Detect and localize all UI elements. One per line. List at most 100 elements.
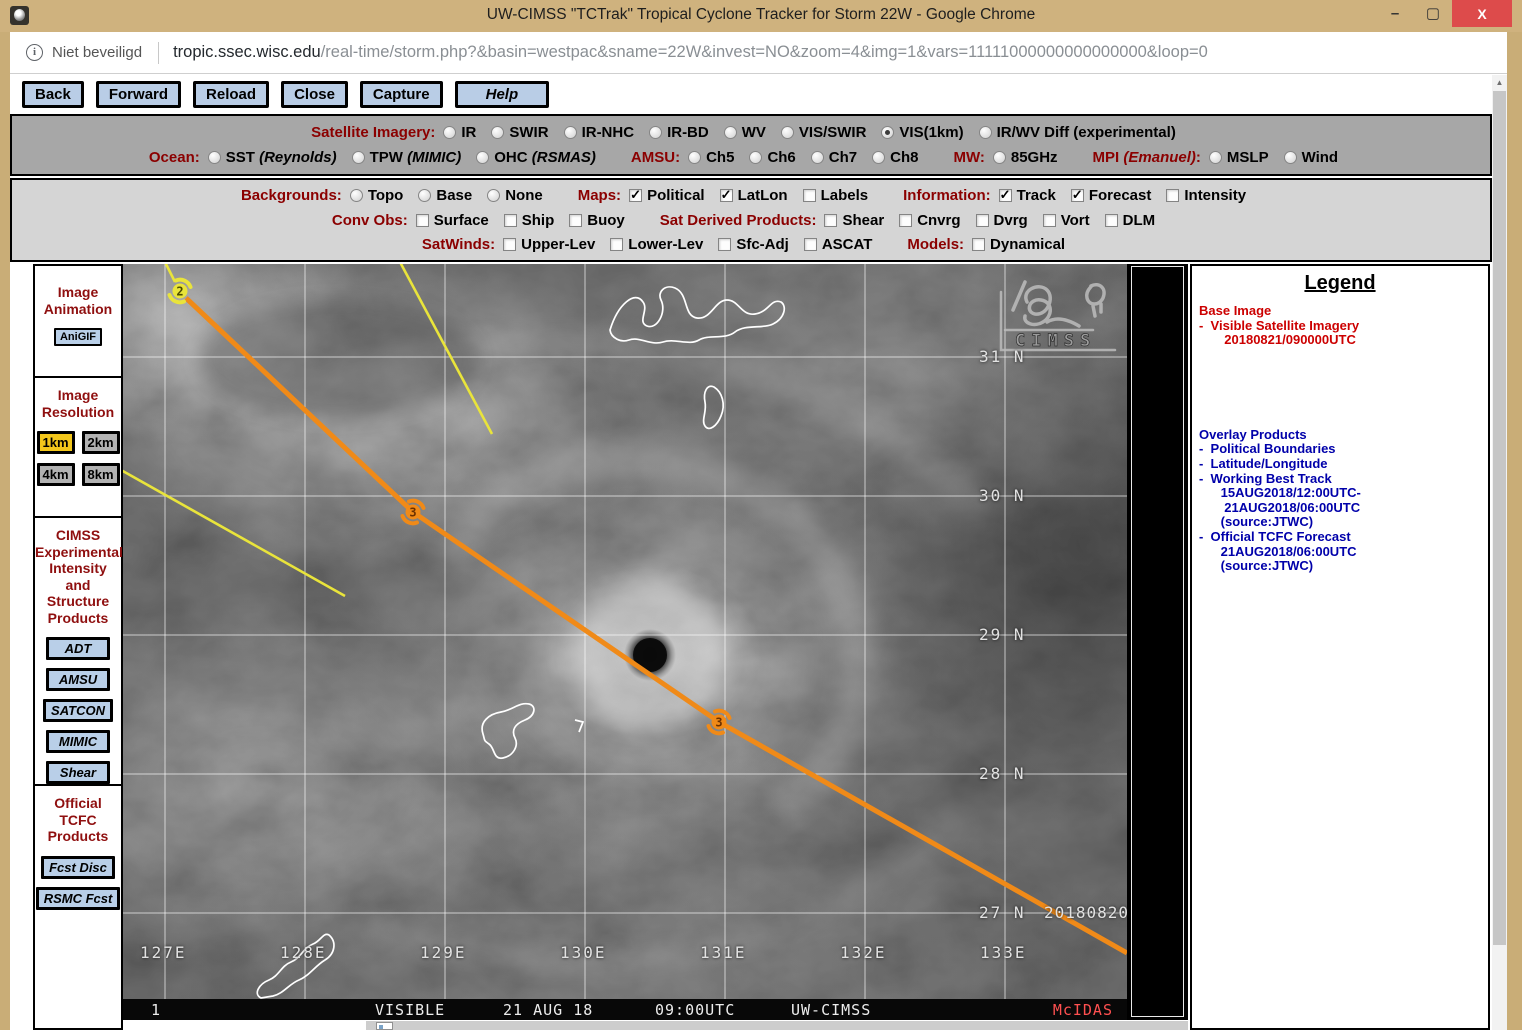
checkbox-forecast[interactable]: Forecast [1070,187,1151,204]
url-bar[interactable]: i Niet beveiligd tropic.ssec.wisc.edu/re… [10,32,1507,74]
option-label: SWIR [509,124,549,141]
sidebar-buttons: 1km 2km 4km 8km [35,431,121,487]
checkbox-intensity[interactable]: Intensity [1166,187,1246,204]
sidebar-section-official-tcfc-products: Official TCFC Products Fcst Disc RSMC Fcst [35,786,121,1026]
radio-topo[interactable]: Topo [349,187,404,205]
radio-ch5[interactable]: Ch5 [688,149,734,166]
checkbox-icon [1104,213,1118,227]
checkbox-labels[interactable]: Labels [802,187,868,204]
radio-icon [881,126,895,139]
forward-button[interactable]: Forward [95,81,182,108]
satellite-map-image[interactable]: 233 CIMSS 31 N 30 N 29 N 28 N 27 N 127E 128E 12… [123,264,1127,1020]
sidebar-button-fcst-disc[interactable]: Fcst Disc [41,855,115,879]
option-label: Cnvrg [917,211,961,229]
radio-ch8[interactable]: Ch8 [872,149,918,166]
sidebar-button-adt[interactable]: ADT [46,637,110,661]
sidebar-button-1km[interactable]: 1km [36,431,75,455]
sidebar-button-amsu[interactable]: AMSU [46,668,110,692]
radio-icon [649,126,663,139]
radio-mslp[interactable]: MSLP [1208,149,1269,166]
radio-icon [349,189,363,203]
radio-base[interactable]: Base [418,187,472,204]
browser-content: i Niet beveiligd tropic.ssec.wisc.edu/re… [10,32,1507,1030]
option-label: VIS/SWIR [798,124,867,141]
close-button[interactable]: Close [281,81,348,108]
sidebar-button-shear[interactable]: Shear [46,761,110,785]
close-window-button[interactable]: X [1452,0,1512,27]
radio-sst-reynolds[interactable]: SST (Reynolds) [207,149,337,166]
checkbox-icon [629,187,643,203]
radio-ir-nhc[interactable]: IR-NHC [563,124,634,141]
checkbox-lower-lev[interactable]: Lower-Lev [610,236,703,253]
checkbox-buoy[interactable]: Buoy [569,212,625,229]
site-info-icon[interactable]: i [26,44,43,61]
option-label: Base [436,187,473,205]
checkbox-sfc-adj[interactable]: Sfc-Adj [718,236,789,253]
back-button[interactable]: Back [22,81,84,108]
sidebar-button-anigif[interactable]: AniGIF [53,328,103,347]
radio-ch7[interactable]: Ch7 [810,149,857,166]
radio-tpw-mimic[interactable]: TPW (MIMIC) [351,149,461,166]
capture-button[interactable]: Capture [359,81,443,108]
radio-ohc-rsmas[interactable]: OHC (RSMAS) [476,149,596,166]
checkbox-track[interactable]: Track [998,187,1056,204]
checkbox-icon [415,213,429,227]
scroll-up-arrow-icon[interactable]: ▲ [1492,75,1507,91]
checkbox-dlm[interactable]: DLM [1104,211,1156,229]
option-label: Wind [1301,149,1339,166]
option-label: IR-BD [667,124,709,141]
radio-none[interactable]: None [487,187,543,204]
latitude-label-31-n: 31 N [979,347,1026,366]
sidebar-button-4km[interactable]: 4km [36,463,75,487]
legend-heading: Overlay Products [1199,426,1307,442]
reload-button[interactable]: Reload [193,81,270,108]
checkbox-upper-lev[interactable]: Upper-Lev [503,236,595,253]
radio-icon [491,126,505,139]
checkbox-dvrg[interactable]: Dvrg [975,212,1028,229]
radio-vis-1km[interactable]: VIS(1km) [881,124,964,141]
longitude-label-130e: 130E [560,943,607,962]
longitude-label-133e: 133E [980,943,1027,962]
option-label: Political [647,187,705,205]
option-label: Topo [367,187,404,205]
checkbox-cnvrg[interactable]: Cnvrg [899,211,961,229]
minimize-button[interactable]: – [1378,0,1412,28]
radio-ir-bd[interactable]: IR-BD [649,124,709,141]
checkbox-dynamical[interactable]: Dynamical [972,236,1065,253]
checkbox-surface[interactable]: Surface [415,212,489,229]
control-group-conv-obs: Conv Obs: Surface Ship Buoy [332,212,640,229]
sidebar-button-mimic[interactable]: MIMIC [46,730,110,754]
checkbox-ascat[interactable]: ASCAT [803,236,872,253]
radio-ch6[interactable]: Ch6 [749,149,796,166]
latitude-label-30-n: 30 N [979,486,1026,505]
sidebar-section-image-animation: Image Animation AniGIF [35,266,121,378]
group-label: Sat Derived Products: [659,211,817,229]
vertical-scrollbar[interactable]: ▲ [1492,75,1507,1030]
checkbox-ship[interactable]: Ship [503,212,554,229]
checkbox-shear[interactable]: Shear [824,212,884,229]
security-status-label[interactable]: Niet beveiligd [52,44,142,61]
sidebar-button-rsmc-fcst[interactable]: RSMC Fcst [35,886,121,910]
checkbox-icon [718,237,732,251]
longitude-label-129e: 129E [420,943,467,962]
option-label: DLM [1122,211,1156,229]
maximize-button[interactable]: ▢ [1416,0,1450,28]
address-url[interactable]: tropic.ssec.wisc.edu/real-time/storm.php… [173,43,1208,62]
checkbox-latlon[interactable]: LatLon [719,187,788,204]
radio-swir[interactable]: SWIR [491,124,549,141]
legend-line: - Latitude/Longitude [1199,455,1328,471]
radio-wv[interactable]: WV [723,124,766,141]
sidebar-button-8km[interactable]: 8km [81,463,120,487]
checkbox-political[interactable]: Political [629,187,705,204]
coastline [702,385,724,430]
radio-ir[interactable]: IR [443,124,476,141]
radio-wind[interactable]: Wind [1283,149,1339,166]
sidebar-button-satcon[interactable]: SATCON [43,699,113,723]
radio-85ghz[interactable]: 85GHz [992,149,1058,166]
radio-ir-wv-diff-experimental[interactable]: IR/WV Diff (experimental) [978,124,1176,141]
help-button[interactable]: Help [454,81,550,108]
sidebar-button-2km[interactable]: 2km [81,431,120,455]
checkbox-vort[interactable]: Vort [1042,212,1090,229]
radio-vis-swir[interactable]: VIS/SWIR [780,124,867,141]
scrollbar-thumb[interactable] [1493,91,1506,945]
